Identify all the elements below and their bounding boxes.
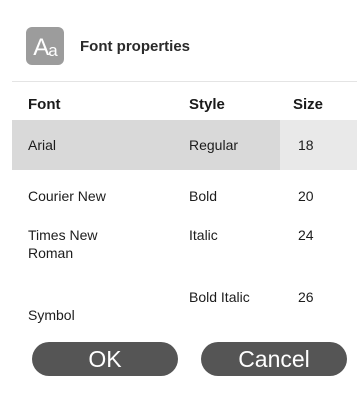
column-header-font[interactable]: Font <box>28 96 60 113</box>
cell-font: Symbol <box>28 307 75 323</box>
column-header-size[interactable]: Size <box>293 96 323 113</box>
cell-style: Bold <box>189 188 218 204</box>
dialog-footer: OK Cancel <box>12 326 357 396</box>
cell-size: 26 <box>298 289 314 305</box>
cell-style: Regular <box>189 137 239 153</box>
cell-font: Courier New <box>28 188 106 204</box>
table-row[interactable]: Times New Roman Italic 24 <box>12 220 357 270</box>
dialog-title: Font properties <box>80 38 191 55</box>
table-row[interactable]: Arial Regular 18 <box>12 120 357 170</box>
cell-size: 20 <box>298 188 314 204</box>
table-row[interactable]: Courier New Bold 20 <box>12 170 357 220</box>
cell-style: Bold Italic <box>189 289 250 305</box>
font-aa-icon: Aa <box>26 27 64 65</box>
table-row[interactable]: Symbol Bold Italic 26 <box>12 270 357 323</box>
font-properties-dialog: Aa Font properties Font Style Size Arial… <box>0 0 357 396</box>
ok-button[interactable]: OK <box>32 342 178 376</box>
cell-font: Arial <box>28 137 57 153</box>
header-divider <box>12 81 357 82</box>
column-header-style[interactable]: Style <box>189 96 225 113</box>
dialog-header: Aa Font properties <box>0 0 357 82</box>
icon-letter-big: A <box>33 34 49 61</box>
font-list[interactable]: Arial Regular 18 Courier New Bold 20 Tim… <box>12 120 357 326</box>
cell-font: Times New Roman <box>28 227 98 261</box>
cell-size: 24 <box>298 227 314 243</box>
cell-size: 18 <box>298 137 314 153</box>
cancel-button[interactable]: Cancel <box>201 342 347 376</box>
icon-letter-small: a <box>48 41 58 60</box>
cell-style: Italic <box>189 227 218 243</box>
